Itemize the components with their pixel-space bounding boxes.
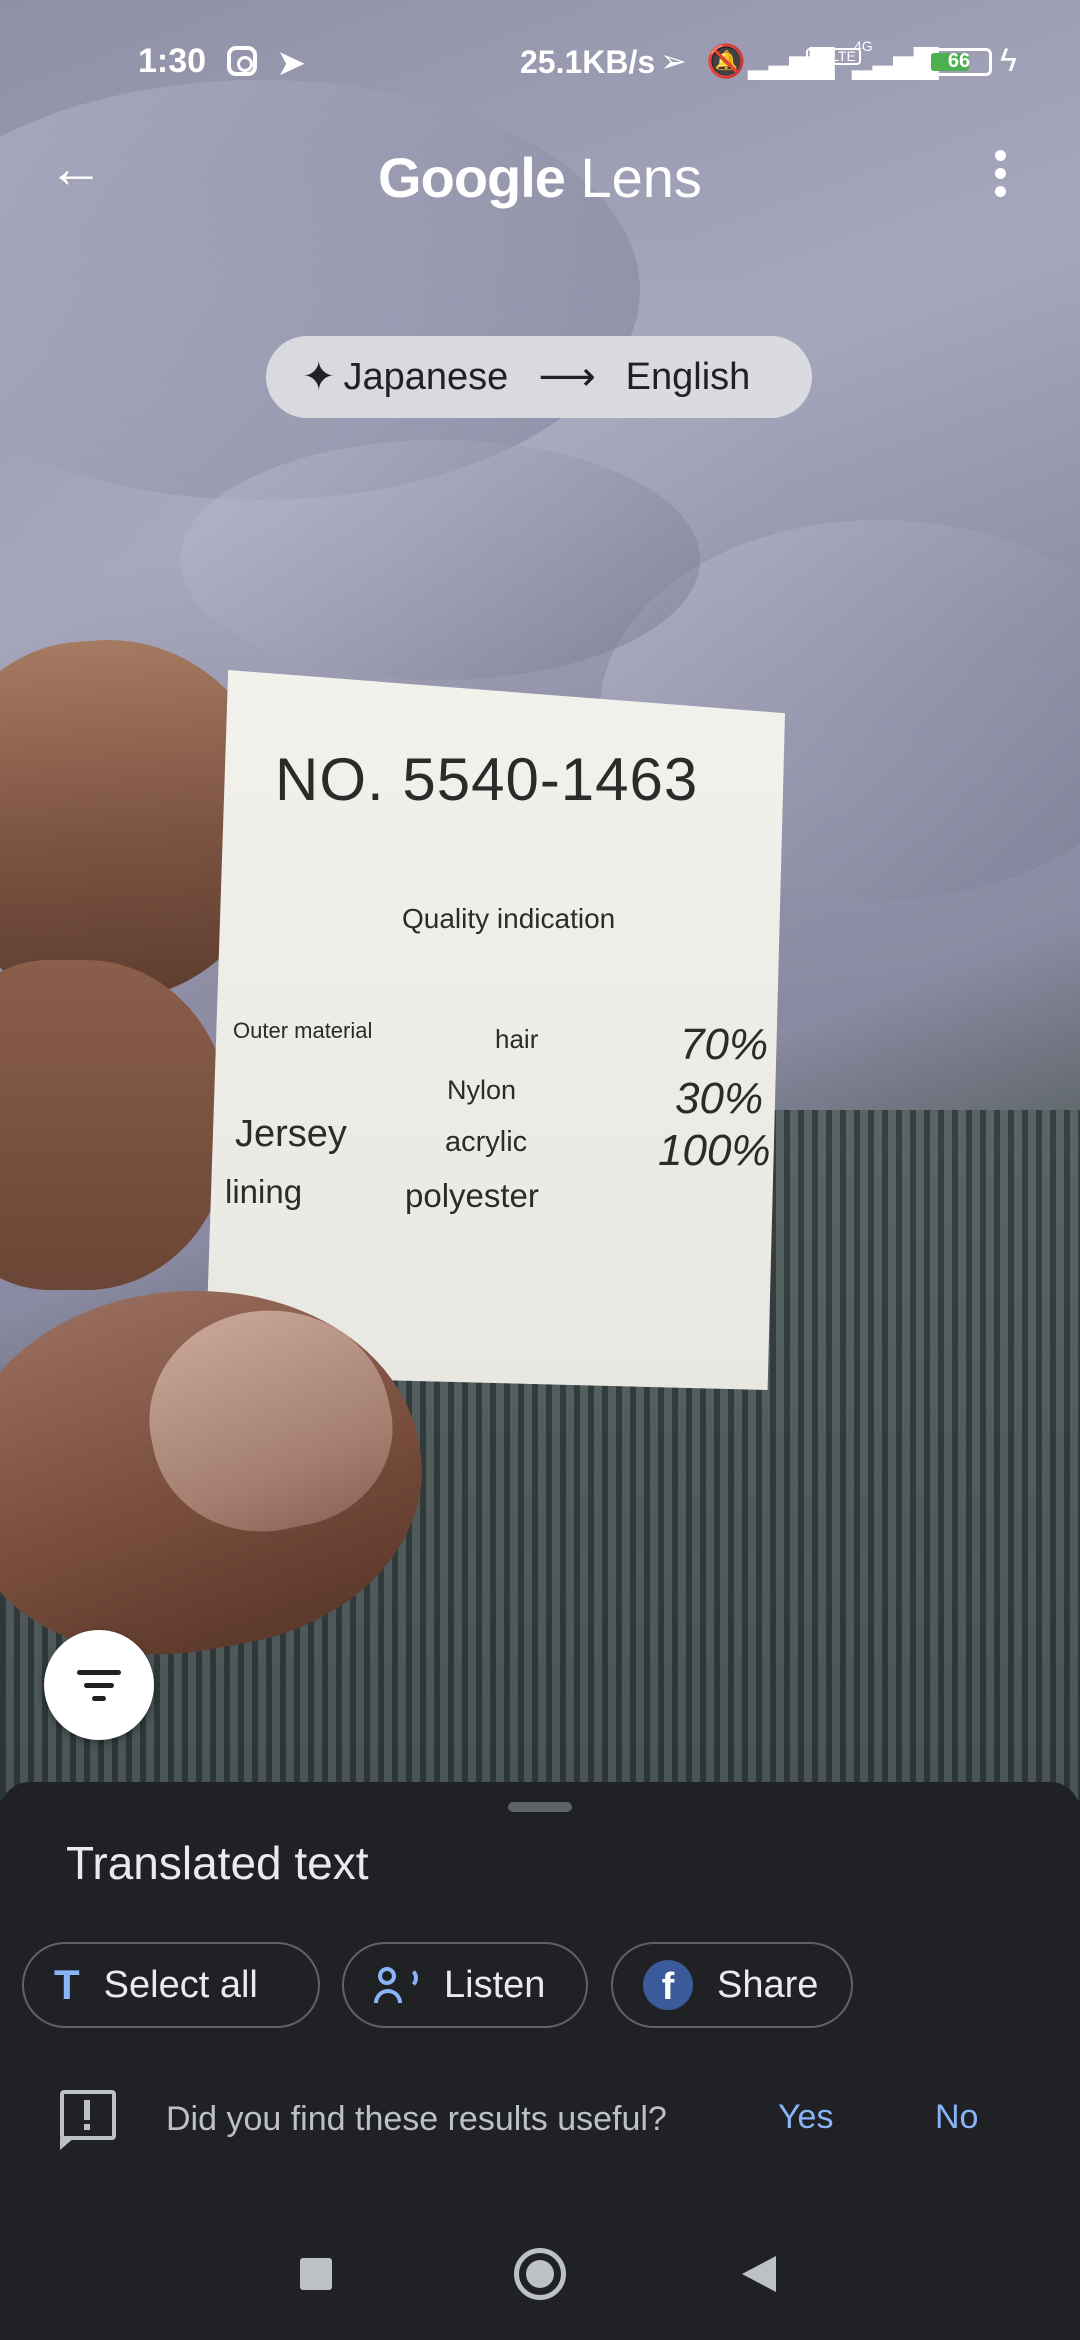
facebook-icon: f bbox=[643, 1960, 693, 2010]
arrow-right-icon: ⟶ bbox=[538, 355, 596, 399]
clothing-label: NO. 5540-1463 Quality indication Outer m… bbox=[205, 670, 785, 1390]
battery-level: 66 bbox=[947, 50, 971, 72]
label-percent-hair[interactable]: 70% bbox=[680, 1020, 768, 1070]
network-speed: 25.1KB/s bbox=[520, 44, 656, 80]
sparkle-icon: ✦ bbox=[302, 355, 336, 399]
location-icon: ➢ bbox=[660, 43, 687, 79]
status-time: 1:30 bbox=[138, 42, 207, 80]
select-all-button[interactable]: T Select all bbox=[22, 1942, 320, 2028]
label-outer-material[interactable]: Outer material bbox=[233, 1018, 372, 1044]
label-percent-nylon[interactable]: 30% bbox=[675, 1074, 763, 1124]
label-heading[interactable]: Quality indication bbox=[402, 903, 615, 935]
select-all-label: Select all bbox=[103, 1963, 258, 2006]
label-polyester[interactable]: polyester bbox=[405, 1177, 539, 1215]
listen-button[interactable]: Listen bbox=[342, 1942, 588, 2028]
back-button[interactable] bbox=[742, 2256, 776, 2292]
label-number[interactable]: NO. 5540-1463 bbox=[275, 745, 698, 814]
status-bar: 1:30 ➤ 25.1KB/s ➢ 🔕 ▂▃▅▇ Vo LTE ▂▃▅▇ 4G … bbox=[0, 0, 1080, 120]
camera-photo: NO. 5540-1463 Quality indication Outer m… bbox=[0, 0, 1080, 1800]
title-product: Lens bbox=[580, 146, 702, 209]
battery-icon: 66 bbox=[926, 48, 992, 76]
finger bbox=[0, 960, 230, 1290]
feedback-question: Did you find these results useful? bbox=[166, 2100, 667, 2138]
label-nylon[interactable]: Nylon bbox=[447, 1075, 516, 1106]
feedback-no-button[interactable]: No bbox=[935, 2098, 978, 2137]
network-type: 4G bbox=[854, 38, 873, 54]
language-selector[interactable]: ✦ Japanese ⟶ English bbox=[266, 336, 812, 418]
title-brand: Google bbox=[378, 146, 566, 209]
share-label: Share bbox=[717, 1963, 819, 2006]
feedback-icon bbox=[60, 2090, 116, 2150]
label-lining[interactable]: lining bbox=[225, 1173, 302, 1211]
mute-icon: 🔕 bbox=[706, 43, 746, 79]
filter-button[interactable] bbox=[44, 1630, 154, 1740]
label-jersey[interactable]: Jersey bbox=[235, 1113, 347, 1156]
recent-apps-button[interactable] bbox=[300, 2258, 332, 2290]
instagram-icon bbox=[227, 46, 257, 76]
home-button[interactable] bbox=[514, 2248, 566, 2300]
feedback-yes-button[interactable]: Yes bbox=[778, 2098, 833, 2137]
text-select-icon: T bbox=[54, 1961, 80, 2008]
more-vert-icon[interactable] bbox=[990, 150, 1010, 200]
jacket-lining-fold bbox=[180, 440, 700, 680]
drag-handle[interactable] bbox=[508, 1802, 572, 1812]
label-hair[interactable]: hair bbox=[495, 1024, 538, 1055]
share-button[interactable]: f Share bbox=[611, 1942, 853, 2028]
source-language[interactable]: Japanese bbox=[344, 356, 509, 399]
app-title: Google Lens bbox=[0, 145, 1080, 210]
listen-icon bbox=[374, 1965, 420, 2005]
charging-icon: ϟ bbox=[1000, 42, 1017, 78]
listen-label: Listen bbox=[444, 1963, 546, 2006]
label-percent-acrylic[interactable]: 100% bbox=[658, 1126, 771, 1176]
telegram-icon: ➤ bbox=[276, 42, 307, 83]
sheet-title: Translated text bbox=[66, 1837, 369, 1889]
target-language[interactable]: English bbox=[626, 356, 751, 399]
label-acrylic[interactable]: acrylic bbox=[445, 1126, 527, 1159]
